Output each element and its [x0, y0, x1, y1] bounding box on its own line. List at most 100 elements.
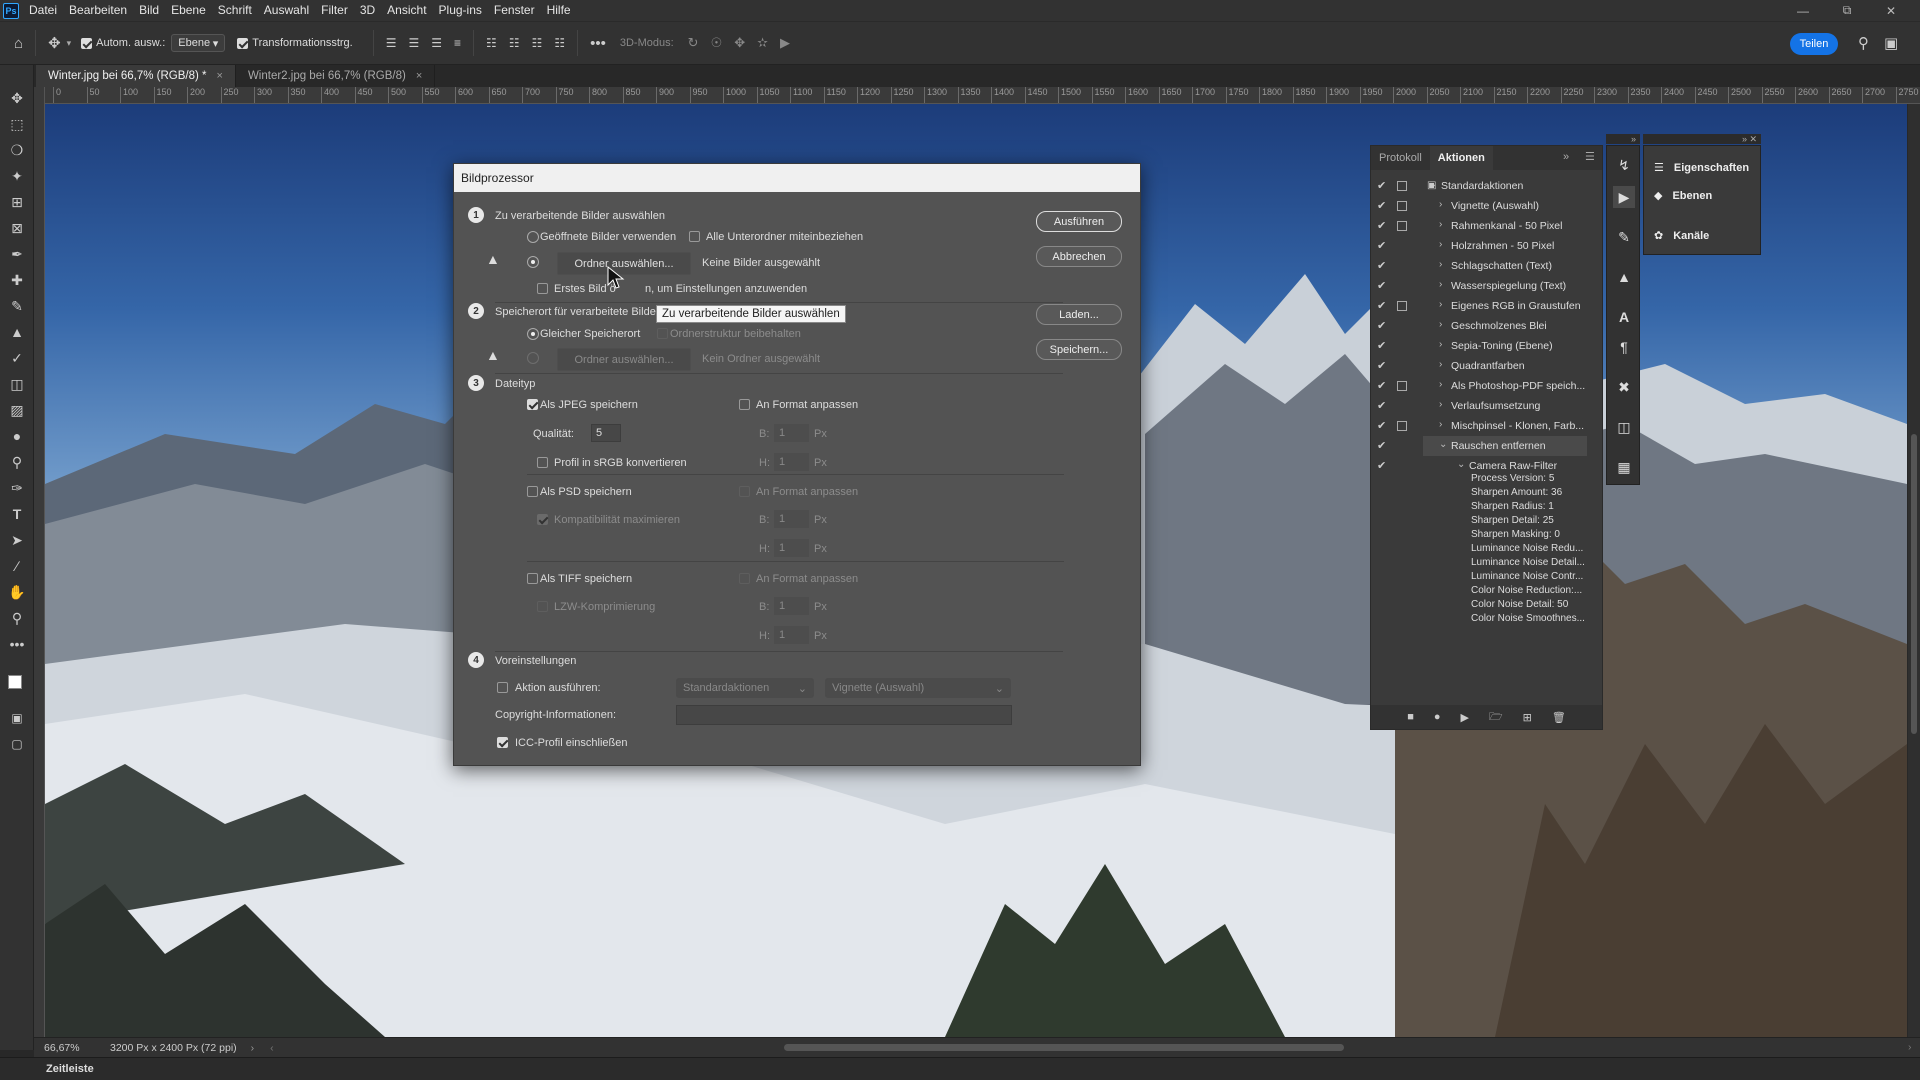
play-icon[interactable]: ▶ — [1461, 711, 1469, 724]
dialog-toggle-icon[interactable] — [1397, 421, 1407, 431]
action-row[interactable]: ✔ › Rahmenkanal - 50 Pixel — [1371, 216, 1589, 236]
menu-schrift[interactable]: Schrift — [212, 0, 258, 21]
run-action-checkbox[interactable] — [497, 682, 508, 693]
home-icon[interactable]: ⌂ — [14, 35, 23, 52]
action-row[interactable]: ✔ › Vignette (Auswahl) — [1371, 196, 1589, 216]
tab-protokoll[interactable]: Protokoll — [1371, 146, 1430, 170]
dialog-toggle-icon[interactable] — [1397, 341, 1407, 351]
foreground-color-swatch[interactable] — [8, 675, 22, 689]
chevron-right-icon[interactable]: › — [1439, 359, 1442, 370]
orbit-3d-icon[interactable]: ↻ — [688, 35, 699, 51]
chevron-right-icon[interactable]: › — [1439, 419, 1442, 430]
menu-bild[interactable]: Bild — [133, 0, 165, 21]
type-tool-icon[interactable]: T — [5, 503, 29, 525]
menu-ebene[interactable]: Ebene — [165, 0, 212, 21]
chevron-right-icon[interactable]: › — [1439, 219, 1442, 230]
more-tools-icon[interactable]: ••• — [5, 633, 29, 655]
checkmark-icon[interactable]: ✔ — [1377, 179, 1386, 192]
dialog-toggle-icon[interactable] — [1397, 381, 1407, 391]
lzw-checkbox[interactable] — [537, 601, 548, 612]
chevron-right-icon[interactable]: › — [1439, 279, 1442, 290]
dialog-toggle-icon[interactable] — [1397, 221, 1407, 231]
align-right-icon[interactable]: ☰ — [431, 36, 442, 50]
scroll-right-icon[interactable]: › — [1908, 1041, 1912, 1053]
restore-icon[interactable]: ⧉ — [1830, 0, 1864, 21]
tool-preset-chevron-icon[interactable]: ▾ — [67, 38, 72, 49]
distribute-icon[interactable]: ≡ — [454, 36, 461, 50]
flyout-kanaele[interactable]: ✿ Kanäle — [1654, 229, 1709, 243]
load-button[interactable]: Laden... — [1036, 304, 1122, 325]
healing-brush-icon[interactable]: ✚ — [5, 269, 29, 291]
vertical-scrollbar[interactable] — [1908, 104, 1920, 1037]
horizontal-ruler[interactable]: 0 50 100 150 200 250 300 350 400 450 500 550 600 650 7… — [45, 87, 1920, 104]
brush-settings-icon[interactable]: ✎ — [1613, 226, 1635, 248]
more-options-icon[interactable]: ••• — [590, 35, 606, 52]
psd-width-input[interactable]: 1 — [774, 510, 809, 528]
panel-menu-icon[interactable]: ☰ — [1585, 150, 1595, 163]
blur-tool-icon[interactable]: ● — [5, 425, 29, 447]
flyout-eigenschaften[interactable]: ☰ Eigenschaften — [1654, 161, 1749, 175]
vertical-ruler[interactable] — [34, 87, 45, 1050]
save-psd-checkbox[interactable] — [527, 486, 538, 497]
checkmark-icon[interactable]: ✔ — [1377, 299, 1386, 312]
align-bottom-icon[interactable]: ☷ — [532, 36, 543, 50]
history-panel-icon[interactable]: ↯ — [1613, 154, 1635, 176]
action-row[interactable]: ✔ ⌄ Rauschen entfernen — [1371, 436, 1589, 456]
action-row[interactable]: ✔ › Quadrantfarben — [1371, 356, 1589, 376]
checkmark-icon[interactable]: ✔ — [1377, 279, 1386, 292]
scroll-left-icon[interactable]: ‹ — [270, 1042, 274, 1054]
collapse-panel-icon[interactable]: » — [1563, 151, 1569, 163]
character-panel-icon[interactable]: A — [1613, 306, 1635, 328]
screen-mode-icon[interactable]: ▢ — [5, 733, 29, 755]
pen-tool-icon[interactable]: ✑ — [5, 477, 29, 499]
align-center-icon[interactable]: ☰ — [409, 36, 420, 50]
quality-input[interactable]: 5 — [591, 424, 621, 442]
eraser-tool-icon[interactable]: ◫ — [5, 373, 29, 395]
actions-panel-icon[interactable]: ▶ — [1613, 186, 1635, 208]
include-icc-checkbox[interactable] — [497, 737, 508, 748]
select-folder-radio[interactable] — [527, 256, 539, 268]
action-row[interactable]: ✔ › Eigenes RGB in Graustufen — [1371, 296, 1589, 316]
menu-ansicht[interactable]: Ansicht — [381, 0, 432, 21]
dialog-toggle-icon[interactable] — [1397, 181, 1407, 191]
checkmark-icon[interactable]: ✔ — [1377, 419, 1386, 432]
status-chevron-icon[interactable]: › — [251, 1042, 255, 1054]
chevron-right-icon[interactable]: › — [1439, 299, 1442, 310]
brush-tool-icon[interactable]: ✎ — [5, 295, 29, 317]
horizontal-scrollbar[interactable] — [784, 1044, 1344, 1051]
same-location-radio[interactable] — [527, 328, 539, 340]
dodge-tool-icon[interactable]: ⚲ — [5, 451, 29, 473]
tiff-height-input[interactable]: 1 — [774, 626, 809, 644]
dialog-toggle-icon[interactable] — [1397, 441, 1407, 451]
jpeg-height-input[interactable]: 1 — [774, 453, 809, 471]
checkmark-icon[interactable]: ✔ — [1377, 239, 1386, 252]
record-icon[interactable]: ● — [1434, 711, 1441, 723]
move-tool-icon[interactable]: ✥ — [48, 34, 61, 52]
action-row[interactable]: ✔ › Als Photoshop-PDF speich... — [1371, 376, 1589, 396]
align-middle-icon[interactable]: ☷ — [509, 36, 520, 50]
copyright-input[interactable] — [676, 705, 1012, 725]
search-icon[interactable]: ⚲ — [1858, 34, 1869, 52]
menu-hilfe[interactable]: Hilfe — [541, 0, 577, 21]
tiff-width-input[interactable]: 1 — [774, 597, 809, 615]
flyout-collapse[interactable]: » ✕ — [1643, 134, 1761, 144]
checkmark-icon[interactable]: ✔ — [1377, 199, 1386, 212]
action-row[interactable]: ✔ › Wasserspiegelung (Text) — [1371, 276, 1589, 296]
magic-wand-icon[interactable]: ✦ — [5, 165, 29, 187]
checkmark-icon[interactable]: ✔ — [1377, 439, 1386, 452]
flyout-ebenen[interactable]: ◆ Ebenen — [1654, 189, 1712, 203]
close-window-icon[interactable]: ✕ — [1874, 0, 1908, 21]
auto-select-checkbox[interactable] — [81, 37, 93, 49]
timeline-label[interactable]: Zeitleiste — [46, 1063, 94, 1075]
save-tiff-checkbox[interactable] — [527, 573, 538, 584]
workspace-icon[interactable]: ▣ — [1884, 34, 1898, 52]
keep-structure-checkbox[interactable] — [657, 328, 668, 339]
stop-icon[interactable]: ■ — [1407, 711, 1414, 723]
pan-3d-icon[interactable]: ✥ — [734, 35, 745, 51]
action-row[interactable]: ✔ › Verlaufsumsetzung — [1371, 396, 1589, 416]
chevron-right-icon[interactable]: › — [1439, 339, 1442, 350]
roll-3d-icon[interactable]: ☉ — [711, 35, 723, 51]
zoom-tool-icon[interactable]: ⚲ — [5, 607, 29, 629]
swatches-icon[interactable]: ▦ — [1613, 456, 1635, 478]
menu-datei[interactable]: Datei — [23, 0, 63, 21]
